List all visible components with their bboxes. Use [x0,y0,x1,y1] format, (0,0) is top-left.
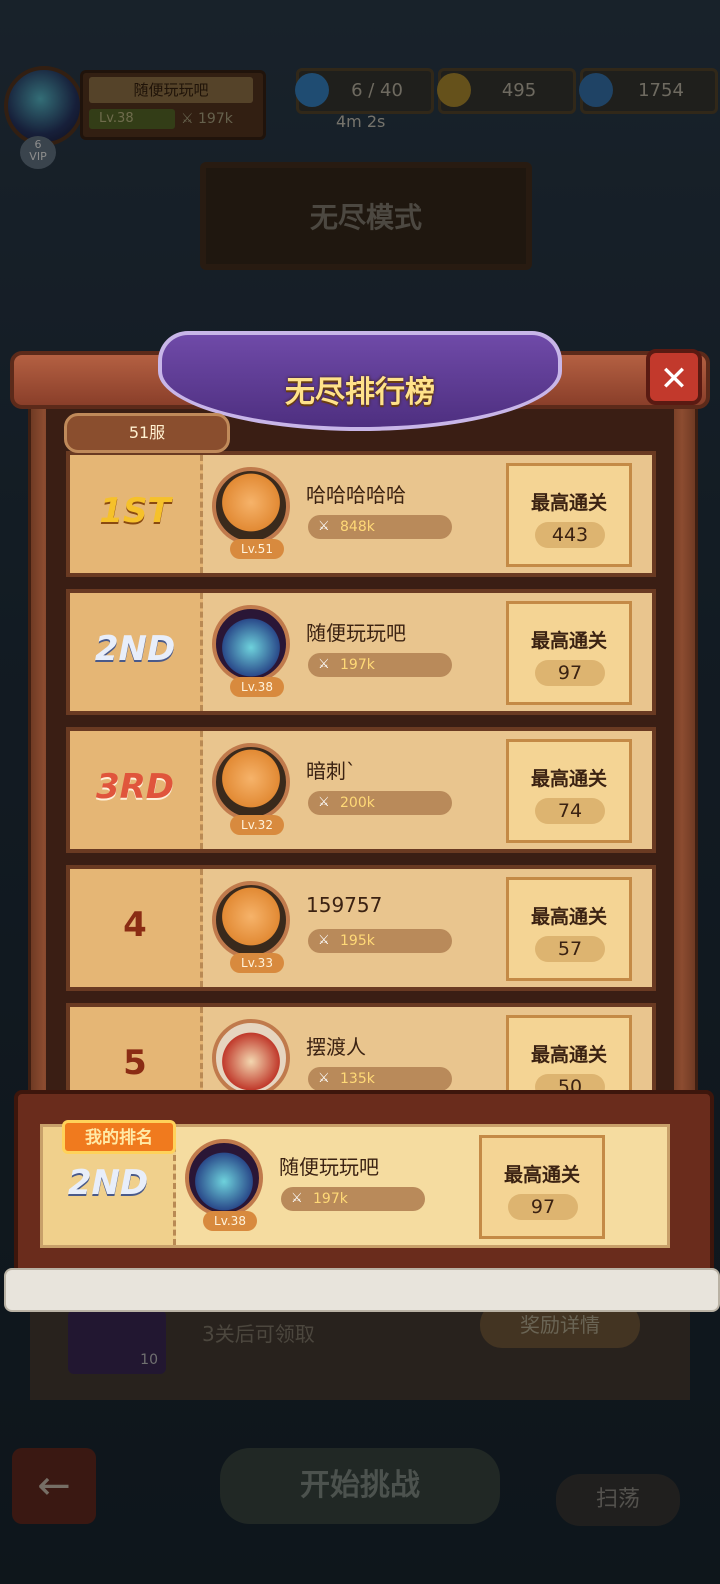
player-name: 随便玩玩吧 [279,1155,379,1179]
player-avatar [212,743,290,821]
leaderboard-row: 3RD Lv.32 暗刺` ⚔ 200k 最高通关 74 [66,727,656,853]
player-avatar [185,1139,263,1217]
sword-icon: ⚔ [318,795,330,810]
rank-cell: 3RD [70,731,203,849]
sword-icon: ⚔ [318,519,330,534]
leaderboard-row: 1ST Lv.51 哈哈哈哈哈 ⚔ 848k 最高通关 443 [66,451,656,577]
close-icon: ✕ [659,359,689,399]
power-bar: ⚔ 197k [308,653,452,677]
power-value: 135k [340,1071,375,1087]
power-bar: ⚔ 200k [308,791,452,815]
power-value: 200k [340,795,375,811]
rank-label: 2ND [94,629,176,669]
player-avatar [212,467,290,545]
leaderboard-row: 4 Lv.33 159757 ⚔ 195k 最高通关 57 [66,865,656,991]
rank-label: 5 [123,1043,147,1083]
player-name: 暗刺` [306,759,356,783]
player-avatar [212,1019,290,1095]
player-name: 摆渡人 [306,1035,366,1059]
best-stage-value: 97 [535,660,605,686]
player-name: 159757 [306,893,383,917]
rank-cell: 4 [70,869,203,987]
leaderboard-row: 2ND Lv.38 随便玩玩吧 ⚔ 197k 最高通关 97 [66,589,656,715]
sword-icon: ⚔ [318,933,330,948]
best-stage-value: 443 [535,522,605,548]
best-stage-label: 最高通关 [503,1164,580,1186]
power-value: 197k [313,1191,348,1207]
player-level: Lv.32 [230,815,284,835]
power-bar: ⚔ 197k [281,1187,425,1211]
best-stage-value: 57 [535,936,605,962]
player-level: Lv.33 [230,953,284,973]
rank-cell: 1ST [70,455,203,573]
best-stage-label: 最高通关 [530,906,607,928]
rank-label: 4 [123,905,147,945]
best-stage-label: 最高通关 [530,492,607,514]
best-stage-value: 74 [535,798,605,824]
best-stage-label: 最高通关 [530,630,607,652]
server-tag[interactable]: 51服 [64,413,230,453]
power-value: 848k [340,519,375,535]
leaderboard-title: 无尽排行榜 [285,375,435,410]
player-name: 随便玩玩吧 [306,621,406,645]
best-stage-value: 97 [508,1194,578,1220]
sword-icon: ⚔ [318,657,330,672]
rank-cell: 5 [70,1007,203,1095]
rank-label: 3RD [95,767,175,807]
power-value: 195k [340,933,375,949]
player-avatar [212,605,290,683]
rank-label: 1ST [99,491,171,531]
best-stage-card: 最高通关 443 [506,463,632,567]
player-avatar [212,881,290,959]
power-bar: ⚔ 135k [308,1067,452,1091]
best-stage-card: 最高通关 97 [479,1135,605,1239]
player-level: Lv.38 [230,677,284,697]
power-bar: ⚔ 848k [308,515,452,539]
my-rank-label: 2ND [67,1163,149,1203]
my-rank-tag: 我的排名 [62,1120,176,1154]
power-value: 197k [340,657,375,673]
sword-icon: ⚔ [318,1071,330,1086]
power-bar: ⚔ 195k [308,929,452,953]
player-name: 哈哈哈哈哈 [306,483,406,507]
best-stage-card: 最高通关 57 [506,877,632,981]
best-stage-label: 最高通关 [530,768,607,790]
sword-icon: ⚔ [291,1191,303,1206]
best-stage-card: 最高通关 97 [506,601,632,705]
my-rank-shelf [4,1268,720,1312]
player-level: Lv.38 [203,1211,257,1231]
leaderboard-row: 5 摆渡人 ⚔ 135k 最高通关 50 [66,1003,656,1095]
best-stage-card: 最高通关 50 [506,1015,632,1095]
rank-cell: 2ND [70,593,203,711]
player-level: Lv.51 [230,539,284,559]
best-stage-label: 最高通关 [530,1044,607,1066]
close-button[interactable]: ✕ [646,349,702,405]
leaderboard-list[interactable]: 1ST Lv.51 哈哈哈哈哈 ⚔ 848k 最高通关 443 2ND Lv.38… [46,401,674,1095]
best-stage-card: 最高通关 74 [506,739,632,843]
